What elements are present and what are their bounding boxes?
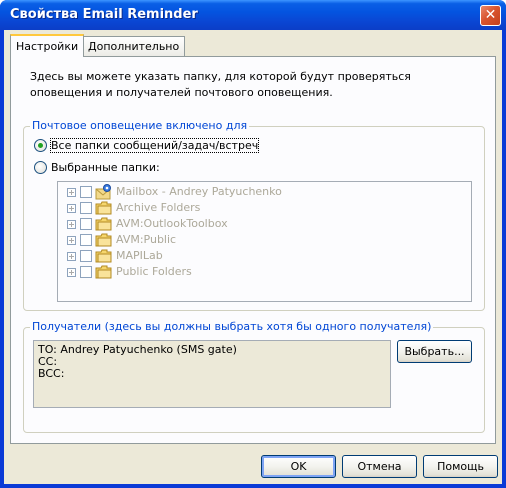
expand-icon[interactable] [67,188,76,197]
folder-icon [95,265,112,279]
select-recipients-button[interactable]: Выбрать... [397,340,472,363]
tab-advanced[interactable]: Дополнительно [82,36,186,56]
expand-icon[interactable] [67,252,76,261]
folder-icon [95,249,112,263]
recipients-group-legend: Получатели (здесь вы должны выбрать хотя… [30,320,434,333]
folder-checkbox[interactable] [80,186,92,198]
folder-label: Public Folders [116,265,192,278]
notification-group-legend: Почтовое оповещение включено для [30,119,250,132]
radio-selected-folders-label[interactable]: Выбранные папки: [51,161,160,174]
radio-all-folders[interactable]: Все папки сообщений/задач/встреч [34,138,334,154]
radio-selected-folders-button[interactable] [34,161,47,174]
folder-checkbox[interactable] [80,266,92,278]
radio-selected-folders[interactable]: Выбранные папки: [34,160,334,176]
folder-icon [95,201,112,215]
close-button[interactable]: ✕ [480,5,501,26]
folder-label: Archive Folders [116,201,201,214]
help-button[interactable]: Помощь [423,455,498,478]
cancel-button[interactable]: Отмена [342,455,417,478]
dialog-client: Настройки Дополнительно Здесь вы можете … [4,30,502,484]
expand-icon[interactable] [67,204,76,213]
recipients-list[interactable]: TO: Andrey Patyuchenko (SMS gate) CC: BC… [33,340,391,408]
window-title: Свойства Email Reminder [10,7,198,22]
folder-label: Mailbox - Andrey Patyuchenko [116,185,282,198]
notification-group: Почтовое оповещение включено для Все пап… [23,119,485,311]
close-icon: ✕ [484,7,497,23]
tab-settings[interactable]: Настройки [10,34,85,57]
dialog-window: Свойства Email Reminder ✕ Настройки Допо… [0,0,506,488]
recipient-bcc: BCC: [38,367,65,380]
folder-label: MAPILab [116,249,163,262]
recipient-cc: CC: [38,355,58,368]
recipients-group: Получатели (здесь вы должны выбрать хотя… [23,320,485,433]
folder-tree[interactable]: Mailbox - Andrey Patyuchenko Archive Fol… [57,181,472,302]
folder-checkbox[interactable] [80,202,92,214]
mailbox-icon [95,184,111,200]
expand-icon[interactable] [67,236,76,245]
folder-icon [95,217,112,231]
radio-all-folders-button[interactable] [34,139,47,152]
folder-label: AVM:Public [116,233,177,246]
radio-all-folders-label[interactable]: Все папки сообщений/задач/встреч [49,138,260,153]
tab-panel-settings: Здесь вы можете указать папку, для котор… [10,56,496,444]
folder-checkbox[interactable] [80,218,92,230]
folder-checkbox[interactable] [80,250,92,262]
title-bar[interactable]: Свойства Email Reminder ✕ [0,0,506,30]
intro-text: Здесь вы можете указать папку, для котор… [30,70,411,99]
folder-icon [95,233,112,247]
expand-icon[interactable] [67,220,76,229]
ok-button[interactable]: OK [261,455,336,478]
expand-icon[interactable] [67,268,76,277]
folder-label: AVM:OutlookToolbox [116,217,228,230]
recipient-to: TO: Andrey Patyuchenko (SMS gate) [38,343,237,356]
folder-checkbox[interactable] [80,234,92,246]
